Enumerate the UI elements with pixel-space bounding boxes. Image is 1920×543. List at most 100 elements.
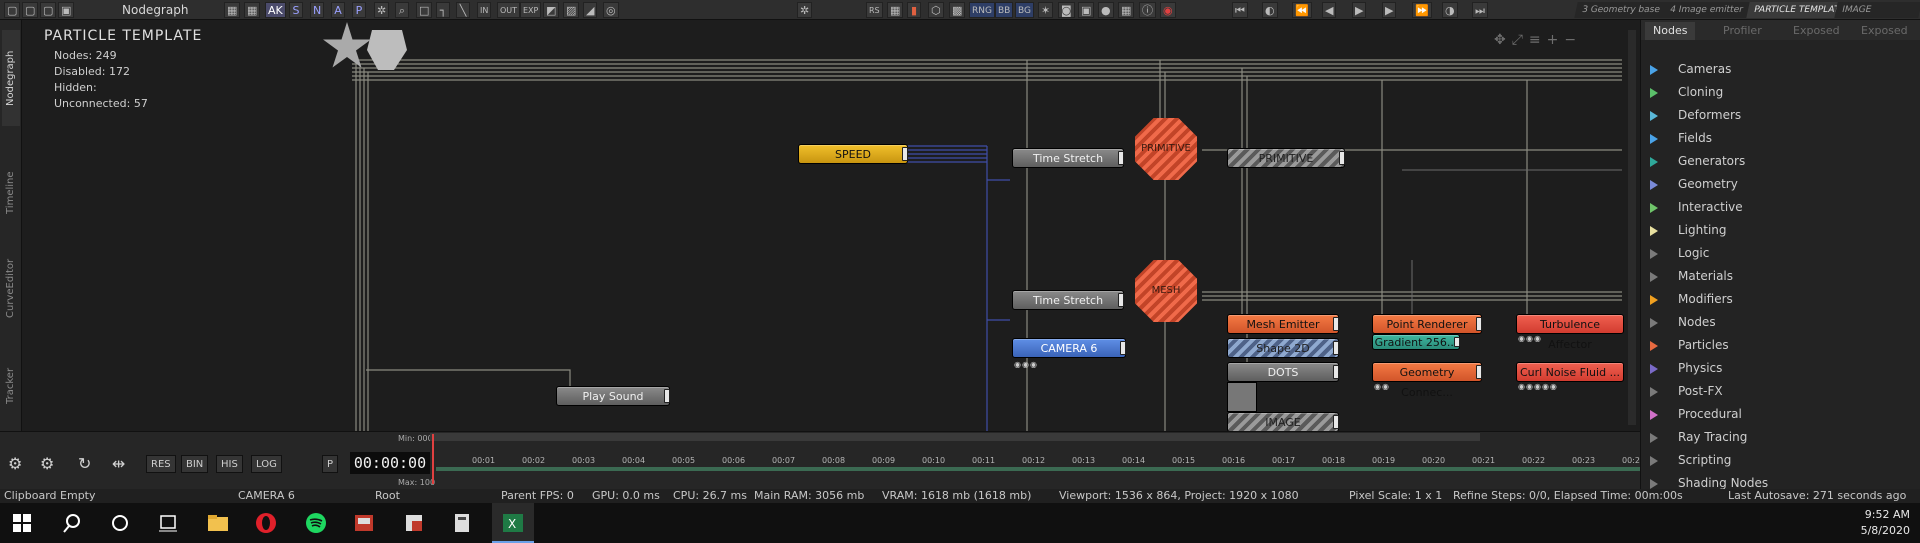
snap-p-toggle[interactable]: P	[352, 2, 366, 18]
taskbar-active-app[interactable]: X	[492, 503, 534, 543]
tab-image-emitter[interactable]: 4 Image emitter	[1662, 2, 1751, 18]
timeline-ruler[interactable]: 00:01 00:02 00:03 00:04 00:05 00:06 00:07 00:08…	[436, 446, 1640, 482]
render-settings-toggle[interactable]: RS	[866, 2, 883, 18]
file-explorer-icon[interactable]	[206, 511, 230, 535]
search-icon[interactable]: ⌕	[395, 2, 409, 18]
skip-end-icon[interactable]: ⏭	[1472, 2, 1488, 18]
hatch-icon[interactable]: ▨	[563, 2, 580, 18]
window-icon[interactable]: ▢	[4, 2, 21, 18]
node-geometry-connector[interactable]: Geometry Connec...	[1372, 362, 1482, 399]
info-icon[interactable]: ⓘ	[1139, 2, 1156, 18]
tab-profiler[interactable]: Profiler	[1715, 22, 1770, 40]
tab-curve-editor[interactable]: CurveEditor	[2, 240, 20, 336]
record-icon[interactable]: ◉	[1160, 2, 1176, 18]
output-toggle[interactable]: OUT	[497, 2, 521, 18]
gear-icon[interactable]: ✲	[374, 2, 390, 18]
snap-a-toggle[interactable]: A	[331, 2, 345, 18]
node-shape-2d[interactable]: Shape 2D	[1227, 338, 1339, 358]
rng-toggle[interactable]: RNG	[969, 2, 995, 18]
grid-icon[interactable]: ▦	[887, 2, 904, 18]
loop-forward-icon[interactable]: ◑	[1442, 2, 1458, 18]
graph-scrollbar-vertical[interactable]	[1628, 30, 1636, 425]
sphere-icon[interactable]: ●	[1098, 2, 1114, 18]
windows-start-icon[interactable]	[10, 511, 34, 535]
line-icon[interactable]: ╲	[456, 2, 470, 18]
node-time-stretch-1[interactable]: Time Stretch	[1012, 148, 1124, 168]
tab-nodegraph[interactable]: Nodegraph	[2, 30, 20, 126]
playhead[interactable]	[432, 434, 434, 484]
node-category-geometry[interactable]: Geometry	[1641, 173, 1920, 196]
search-icon[interactable]	[60, 511, 84, 535]
node-speed[interactable]: SPEED	[798, 144, 908, 164]
node-category-fields[interactable]: Fields	[1641, 127, 1920, 150]
bb-toggle[interactable]: BB	[995, 2, 1014, 18]
node-category-cameras[interactable]: Cameras	[1641, 58, 1920, 81]
grid-icon[interactable]: ▦	[244, 2, 261, 18]
checker-icon[interactable]: ▩	[949, 2, 966, 18]
step-back-icon[interactable]: ◀	[1322, 2, 1337, 18]
node-point-renderer[interactable]: Point Renderer	[1372, 314, 1482, 334]
node-category-cloning[interactable]: Cloning	[1641, 81, 1920, 104]
window-icon[interactable]: ▢	[22, 2, 39, 18]
spotify-icon[interactable]	[304, 511, 328, 535]
zoom-icon[interactable]: □	[416, 2, 433, 18]
tab-tracker[interactable]: Tracker	[2, 338, 20, 434]
node-play-sound[interactable]: Play Sound	[556, 386, 670, 406]
rewind-icon[interactable]: ⏪	[1292, 2, 1312, 18]
node-primitive[interactable]: PRIMITIVE	[1135, 118, 1197, 180]
input-toggle[interactable]: IN	[477, 2, 492, 18]
task-view-icon[interactable]	[156, 511, 180, 535]
cortana-icon[interactable]	[108, 511, 132, 535]
node-dots[interactable]: DOTS	[1227, 362, 1339, 382]
gear-icon[interactable]: ✲	[797, 2, 813, 18]
node-primitive-hatched[interactable]: PRIMITIVE	[1227, 148, 1345, 168]
expose-toggle[interactable]: EXP	[520, 2, 542, 18]
log-button[interactable]: LOG	[251, 455, 282, 473]
window-icon[interactable]: ▢	[40, 2, 57, 18]
node-category-logic[interactable]: Logic	[1641, 242, 1920, 265]
node-category-deformers[interactable]: Deformers	[1641, 104, 1920, 127]
p-button[interactable]: P	[322, 455, 339, 473]
tab-geometry-base[interactable]: 3 Geometry base	[1574, 2, 1668, 18]
node-category-post-fx[interactable]: Post-FX	[1641, 380, 1920, 403]
skip-start-icon[interactable]: ⏮	[1232, 2, 1248, 18]
node-gradient[interactable]: Gradient 256...	[1372, 334, 1460, 350]
settings-gear-icon[interactable]: ⚙	[8, 454, 22, 473]
image-icon[interactable]: ◩	[543, 2, 560, 18]
node-camera[interactable]: CAMERA 6	[1012, 338, 1126, 358]
graph-view-controls[interactable]: ✥⤢≡+−	[1494, 32, 1582, 48]
node-mesh[interactable]: MESH	[1135, 260, 1197, 322]
tab-image-particle[interactable]: IMAGE PARTICLE	[1834, 2, 1920, 31]
node-graph-canvas[interactable]: PARTICLE TEMPLATE Nodes: 249 Disabled: 1…	[22, 20, 1640, 431]
node-category-lighting[interactable]: Lighting	[1641, 219, 1920, 242]
snap-s-toggle[interactable]: S	[289, 2, 303, 18]
tag-icon[interactable]: ◢	[583, 2, 598, 18]
node-category-scripting[interactable]: Scripting	[1641, 449, 1920, 472]
step-forward-icon[interactable]: ▶	[1382, 2, 1397, 18]
his-button[interactable]: HIS	[216, 455, 243, 473]
snap-ak-toggle[interactable]: AK	[265, 2, 286, 18]
tab-nodes[interactable]: Nodes	[1645, 22, 1696, 40]
node-category-physics[interactable]: Physics	[1641, 357, 1920, 380]
timecode-display[interactable]: 00:00:00	[350, 452, 430, 474]
image-icon[interactable]: ▣	[1078, 2, 1095, 18]
fast-forward-icon[interactable]: ⏩	[1412, 2, 1432, 18]
node-category-ray-tracing[interactable]: Ray Tracing	[1641, 426, 1920, 449]
app-icon[interactable]	[402, 511, 426, 535]
bg-toggle[interactable]: BG	[1015, 2, 1034, 18]
node-mesh-emitter[interactable]: Mesh Emitter	[1227, 314, 1339, 334]
tab-timeline[interactable]: Timeline	[2, 145, 20, 241]
color-icon[interactable]: ▮	[907, 2, 921, 18]
play-icon[interactable]: ▶	[1352, 2, 1367, 18]
node-curl-noise-fluid[interactable]: Curl Noise Fluid ...	[1516, 362, 1624, 382]
loop-icon[interactable]: ◐	[1262, 2, 1278, 18]
grid-icon[interactable]: ▦	[224, 2, 241, 18]
timeline-scrollbar[interactable]	[430, 433, 1480, 441]
node-category-nodes[interactable]: Nodes	[1641, 311, 1920, 334]
refresh-icon[interactable]: ↻	[78, 454, 91, 473]
app-icon[interactable]	[352, 511, 376, 535]
settings-gear-icon[interactable]: ⚙	[40, 454, 54, 473]
target-icon[interactable]: ◎	[603, 2, 619, 18]
node-turbulence-affector[interactable]: Turbulence Affector	[1516, 314, 1624, 351]
system-clock[interactable]: 9:52 AM 5/8/2020	[1861, 507, 1910, 539]
